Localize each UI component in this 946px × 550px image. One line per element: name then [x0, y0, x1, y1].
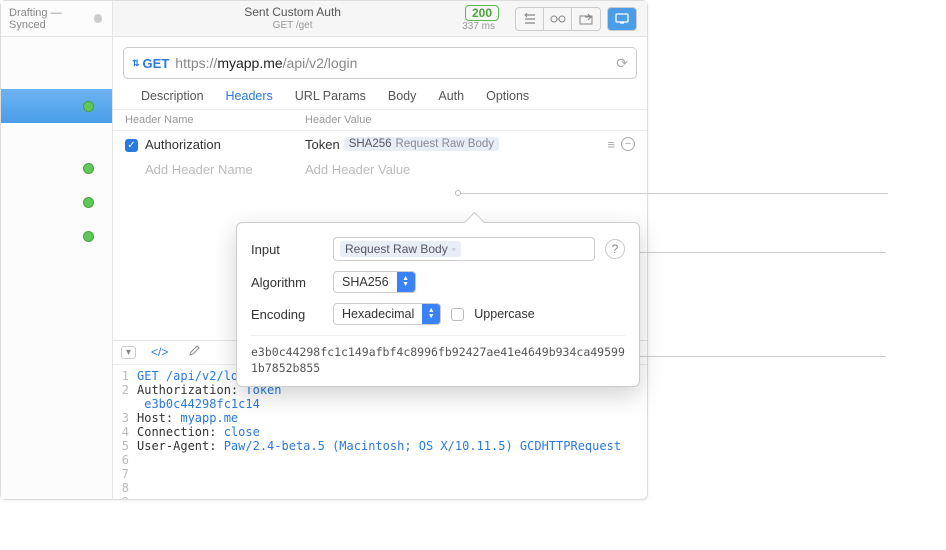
request-list-item[interactable] [1, 151, 112, 185]
sync-dot-icon [94, 14, 102, 23]
col-header-name: Header Name [125, 114, 305, 126]
status-dot-icon [83, 163, 94, 174]
tab-options[interactable]: Options [486, 89, 529, 103]
view-export-button[interactable] [572, 8, 600, 30]
header-row[interactable]: ✓ Authorization Token SHA256 Request Raw… [113, 131, 647, 157]
uppercase-label: Uppercase [474, 307, 534, 321]
callout-line [458, 193, 888, 194]
request-list-item[interactable] [1, 89, 112, 123]
editor-dropdown-icon[interactable]: ▾ [121, 346, 136, 359]
request-title: Sent Custom Auth [123, 5, 462, 19]
encoding-select[interactable]: Hexadecimal ▲▼ [333, 303, 441, 325]
tab-headers[interactable]: Headers [226, 89, 273, 103]
editor-tab-edit[interactable] [183, 343, 205, 362]
add-header-name[interactable]: Add Header Name [145, 162, 305, 177]
view-mode-toggle [515, 7, 601, 31]
request-list-item[interactable] [1, 185, 112, 219]
encoding-label: Encoding [251, 307, 323, 322]
header-row-placeholder[interactable]: Add Header Name Add Header Value [113, 157, 647, 182]
callout-dot-icon [455, 190, 461, 196]
header-name-cell[interactable]: Authorization [145, 137, 305, 152]
header-value-cell[interactable]: Token SHA256 Request Raw Body [305, 137, 607, 152]
status-dot-icon [83, 101, 94, 112]
uppercase-checkbox[interactable] [451, 308, 464, 321]
algorithm-select[interactable]: SHA256 ▲▼ [333, 271, 416, 293]
reorder-icon[interactable]: ≡ [607, 137, 615, 152]
tab-auth[interactable]: Auth [438, 89, 464, 103]
sidebar: Drafting — Synced [1, 1, 113, 499]
sidebar-status: Drafting — Synced [1, 1, 112, 37]
latency-label: 337 ms [462, 21, 495, 32]
status-dot-icon [83, 197, 94, 208]
url-input[interactable]: https://myapp.me/api/v2/login [175, 55, 616, 71]
hash-dynamic-value-popup: Input Request Raw Body◦ ? Algorithm SHA2… [236, 222, 640, 387]
view-list-button[interactable] [516, 8, 544, 30]
header-enabled-checkbox[interactable]: ✓ [125, 139, 138, 152]
titlebar: Sent Custom Auth GET /get 200 337 ms [113, 1, 647, 37]
method-label: GET [143, 56, 170, 71]
request-list-item[interactable] [1, 219, 112, 253]
request-tabs: Description Headers URL Params Body Auth… [113, 89, 647, 109]
view-glasses-button[interactable] [544, 8, 572, 30]
select-chevron-icon: ▲▼ [397, 272, 415, 292]
callout-line [616, 252, 886, 253]
help-icon[interactable]: ? [605, 239, 625, 259]
col-header-value: Header Value [305, 114, 635, 126]
dynamic-value-chip[interactable]: SHA256 Request Raw Body [344, 137, 499, 151]
add-header-value[interactable]: Add Header Value [305, 162, 635, 177]
headers-table-header: Header Name Header Value [113, 109, 647, 131]
tab-url-params[interactable]: URL Params [295, 89, 366, 103]
hash-result: e3b0c44298fc1c149afbf4c8996fb92427ae41e4… [251, 335, 625, 376]
algorithm-label: Algorithm [251, 275, 323, 290]
url-bar[interactable]: ⇅ GET https://myapp.me/api/v2/login ⟳ [123, 47, 637, 79]
hash-input-field[interactable]: Request Raw Body◦ [333, 237, 595, 261]
editor-tab-code[interactable]: </> [146, 343, 173, 361]
input-chip[interactable]: Request Raw Body◦ [340, 241, 461, 257]
method-selector[interactable]: ⇅ GET [132, 56, 175, 71]
status-dot-icon [83, 231, 94, 242]
remove-row-icon[interactable]: − [621, 137, 635, 151]
status-code-badge: 200 [465, 5, 499, 21]
select-chevron-icon: ▲▼ [422, 304, 440, 324]
view-screen-button[interactable] [608, 8, 636, 30]
input-label: Input [251, 242, 323, 257]
refresh-icon[interactable]: ⟳ [616, 55, 628, 72]
method-chevron-icon: ⇅ [132, 58, 140, 69]
request-subtitle: GET /get [123, 20, 462, 32]
sidebar-status-label: Drafting — Synced [9, 7, 94, 31]
tab-description[interactable]: Description [141, 89, 204, 103]
tab-body[interactable]: Body [388, 89, 417, 103]
